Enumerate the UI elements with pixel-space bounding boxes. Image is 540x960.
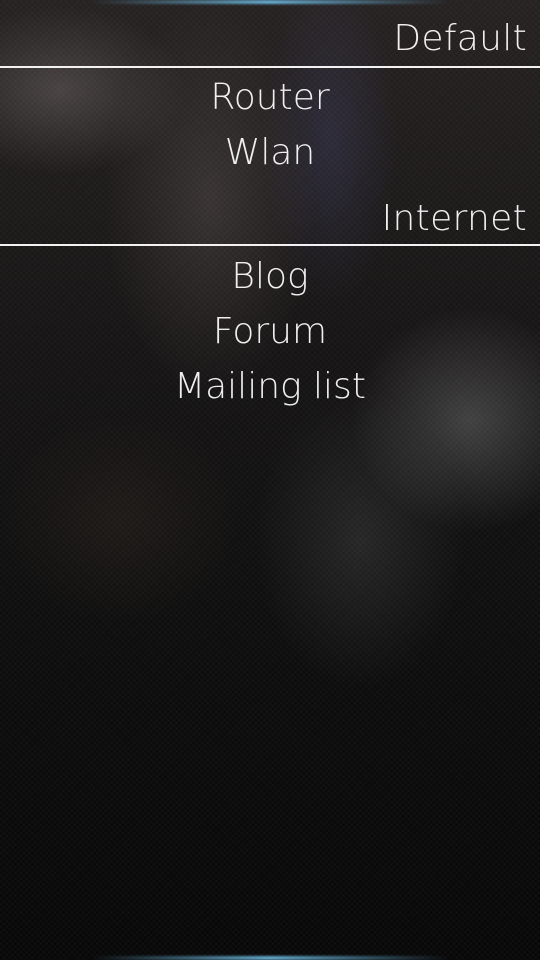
menu-item-wlan[interactable]: Wlan <box>0 125 540 180</box>
bottom-glow-indicator <box>90 956 450 960</box>
menu-item-blog[interactable]: Blog <box>0 249 540 304</box>
menu-item-router[interactable]: Router <box>0 70 540 125</box>
top-glow-indicator <box>90 0 450 4</box>
section-header-internet: Internet <box>381 198 527 239</box>
section-divider <box>0 66 540 68</box>
menu-item-forum[interactable]: Forum <box>0 304 540 359</box>
section-divider <box>0 244 540 246</box>
section-header-default: Default <box>393 18 527 59</box>
menu-item-mailing-list[interactable]: Mailing list <box>0 359 540 414</box>
